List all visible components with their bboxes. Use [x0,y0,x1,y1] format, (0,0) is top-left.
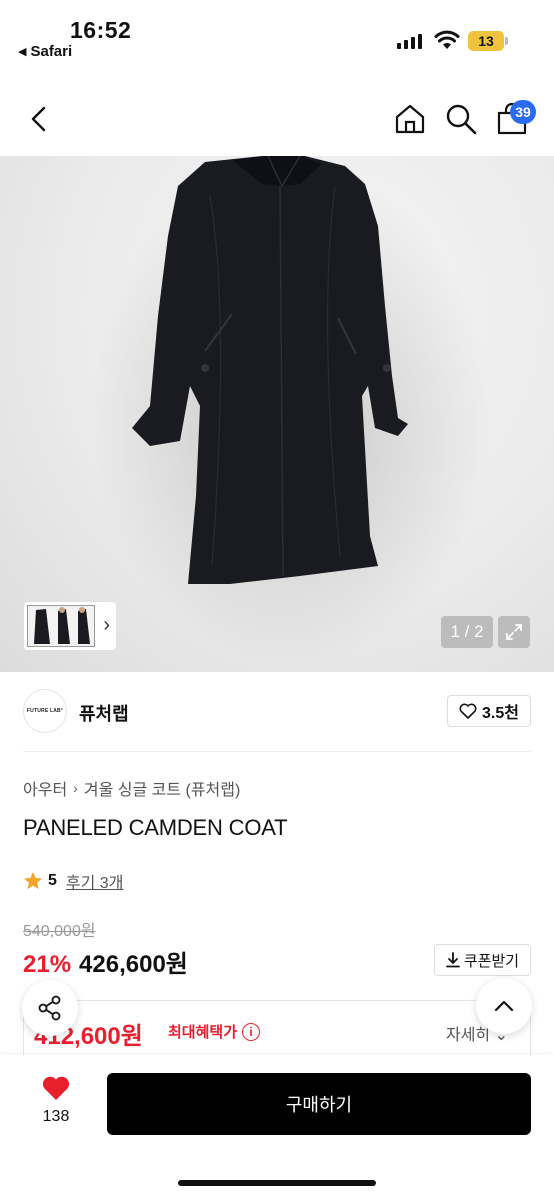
share-icon [38,995,61,1021]
back-app-label: Safari [30,43,73,60]
thumbnail-image[interactable] [27,605,95,647]
heart-filled-icon [42,1076,70,1100]
breadcrumb-category[interactable]: 아우터 [23,776,67,800]
back-icon[interactable] [24,104,54,134]
share-button[interactable] [22,980,78,1036]
home-icon[interactable] [393,102,427,136]
chevron-right-icon: › [73,780,78,796]
reviews-link[interactable]: 후기 3개 [66,869,124,893]
wishlist-count: 138 [42,1108,70,1125]
status-bar: 16:52 ◀ Safari 13 [0,0,554,70]
sale-price: 426,600원 [79,951,188,978]
info-icon[interactable]: i [242,1022,261,1041]
expand-icon[interactable] [498,616,530,648]
max-benefit-box[interactable]: 412,600원 최대혜택가 i 자세히 ⌄ [23,1000,531,1060]
breadcrumb-subcategory[interactable]: 겨울 싱글 코트 (퓨처랩) [84,776,240,800]
brand-name[interactable]: 퓨처랩 [79,700,129,726]
back-triangle-icon: ◀ [18,46,27,58]
search-icon[interactable] [444,102,478,136]
coupon-button[interactable]: 쿠폰받기 [434,944,531,976]
coupon-label: 쿠폰받기 [463,952,520,970]
top-nav: 39 [0,70,554,156]
scroll-top-button[interactable] [476,978,532,1034]
coat-image [90,156,490,666]
thumbnail-strip[interactable]: › [24,602,116,650]
brand-like-count: 3.5천 [482,705,519,722]
benefit-label: 최대혜택가 [168,1024,238,1041]
brand-like-button[interactable]: 3.5천 [447,695,531,727]
star-icon [24,872,42,889]
bottom-action-bar: 138 구매하기 [0,1055,554,1200]
cart-count-badge: 39 [510,100,536,124]
wifi-icon [434,30,460,49]
battery-icon: 13 [468,31,504,51]
home-indicator [178,1180,376,1186]
discount-rate: 21% [23,951,72,978]
wishlist-button[interactable]: 138 [26,1075,86,1126]
signal-icon [397,34,422,49]
product-image-gallery[interactable]: › 1 / 2 [0,156,554,672]
status-time: 16:52 [70,17,132,43]
breadcrumb: 아우터 › 겨울 싱글 코트 (퓨처랩) [23,776,240,800]
heart-outline-icon [459,703,477,719]
divider [23,751,531,752]
brand-row: FUTURE LAB° 퓨처랩 3.5천 [0,672,554,752]
image-pager: 1 / 2 [441,616,493,648]
original-price: 540,000원 [23,923,96,940]
back-to-app-link[interactable]: ◀ Safari [18,43,72,60]
chevron-up-icon [494,1000,514,1012]
product-title: PANELED CAMDEN COAT [23,815,288,840]
price-row: 21% 426,600원 [23,944,188,979]
rating-row: 5 후기 3개 [23,869,123,893]
download-icon [445,952,460,968]
buy-button[interactable]: 구매하기 [107,1073,531,1135]
rating-score: 5 [48,872,57,889]
battery-cap [505,37,508,45]
benefit-label-row: 최대혜택가 i [168,1021,261,1042]
brand-logo[interactable]: FUTURE LAB° [23,689,67,733]
chevron-right-icon[interactable]: › [103,614,110,637]
